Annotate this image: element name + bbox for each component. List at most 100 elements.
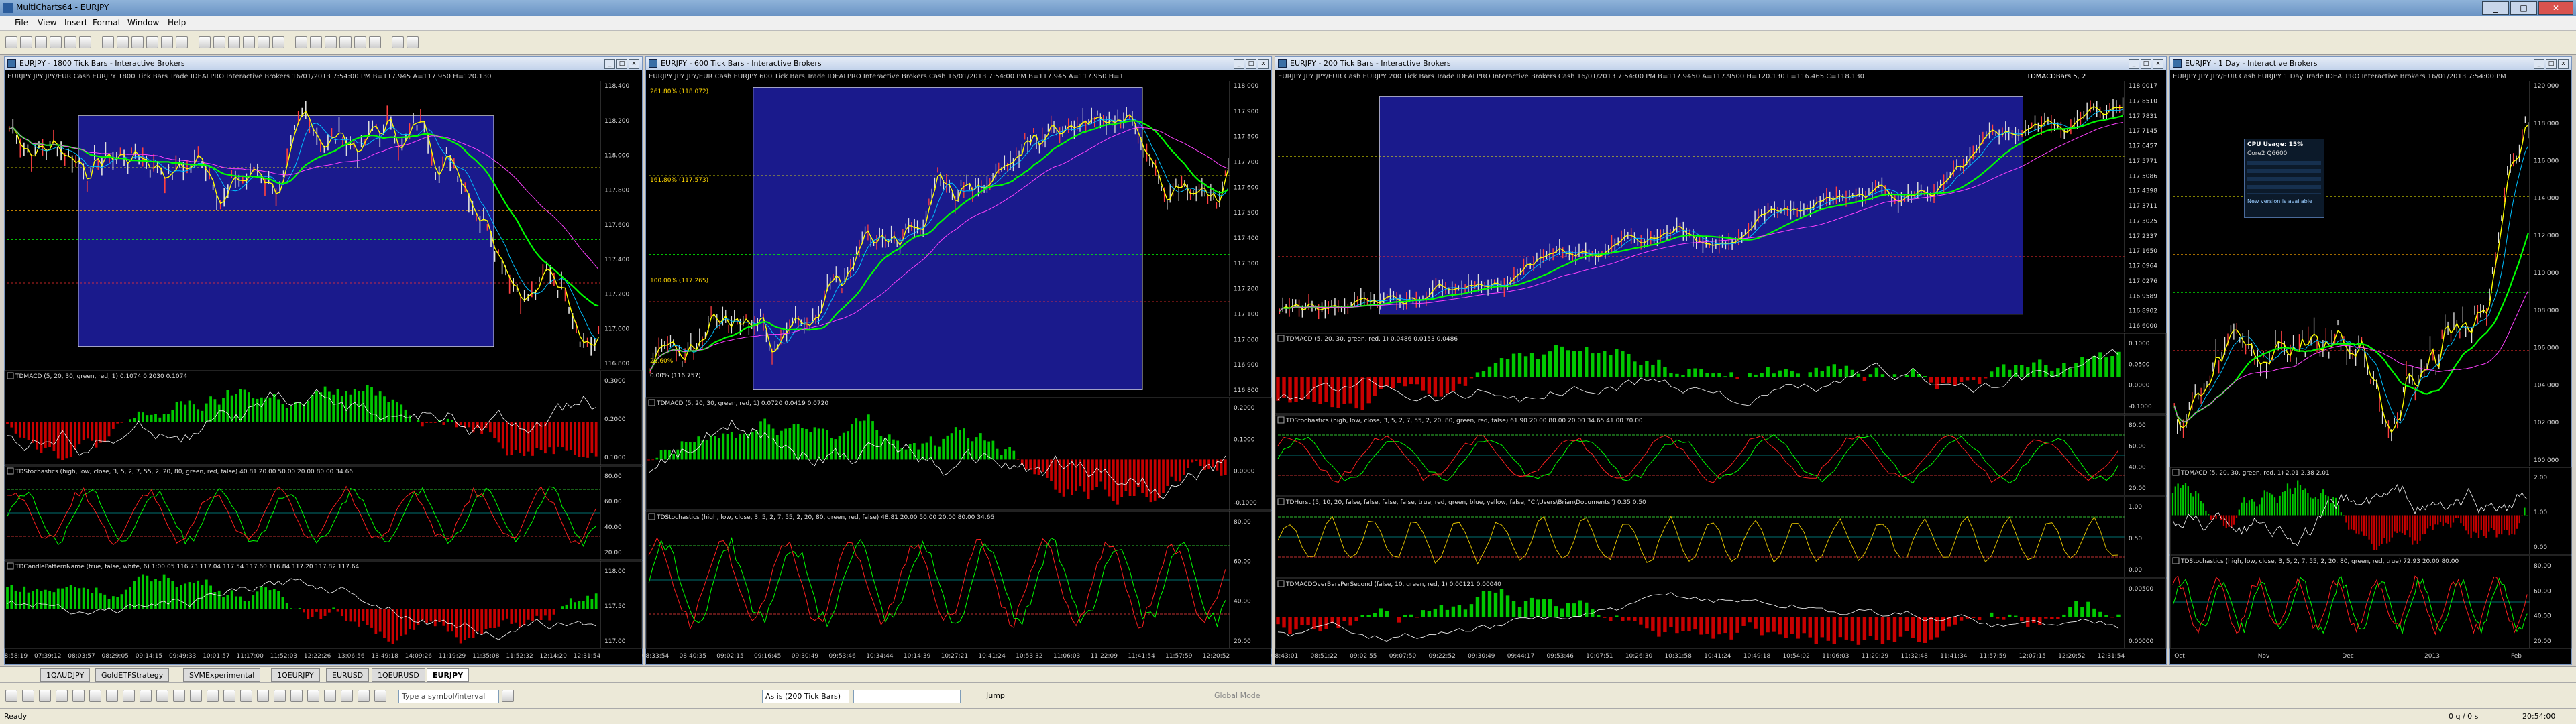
window-close-button[interactable]: x bbox=[1258, 59, 1269, 69]
ellipse-tool-icon[interactable] bbox=[123, 690, 135, 702]
menu-insert[interactable]: Insert bbox=[64, 18, 87, 27]
price-axis-label: 117.200 bbox=[1234, 286, 1258, 293]
interval-select[interactable]: As is (200 Tick Bars) bbox=[762, 690, 849, 703]
line-icon[interactable] bbox=[243, 36, 255, 48]
scroll-left-icon[interactable] bbox=[310, 36, 322, 48]
indicator-axis-label: 118.00 bbox=[604, 568, 626, 575]
chart-canvas: 120.000 118.000 116.000 114.000 112.000 110.0… bbox=[2169, 81, 2572, 660]
scroll-right-icon[interactable] bbox=[325, 36, 337, 48]
settings-icon[interactable] bbox=[407, 36, 419, 48]
vertical-line-tool-icon[interactable] bbox=[56, 690, 68, 702]
save-icon[interactable] bbox=[35, 36, 47, 48]
order-entry-icon[interactable] bbox=[392, 36, 404, 48]
chart-status-line: EURJPY JPY JPY/EUR Cash EURJPY 200 Tick … bbox=[1278, 73, 1865, 80]
date-input[interactable] bbox=[853, 690, 961, 703]
horizontal-line-tool-icon[interactable] bbox=[39, 690, 51, 702]
insert-signal-icon[interactable] bbox=[272, 36, 284, 48]
pencil-tool-icon[interactable] bbox=[223, 690, 235, 702]
menu-help[interactable]: Help bbox=[168, 18, 186, 27]
jump-button[interactable]: Jump bbox=[986, 691, 1005, 700]
bars-icon[interactable] bbox=[213, 36, 225, 48]
cut-icon[interactable] bbox=[64, 36, 76, 48]
fib-extension-tool-icon[interactable] bbox=[240, 690, 252, 702]
magnet-tool-icon[interactable] bbox=[173, 690, 185, 702]
refresh-icon[interactable] bbox=[339, 36, 352, 48]
workspace-tab-svmexperimental[interactable]: SVMExperimental bbox=[183, 668, 261, 682]
open-icon[interactable] bbox=[20, 36, 32, 48]
zoom-out-icon[interactable] bbox=[199, 36, 211, 48]
andrews-pitchfork-tool-icon[interactable] bbox=[307, 690, 319, 702]
cpu-usage-widget[interactable]: CPU Usage: 15% Core2 Q6600 New version i… bbox=[2244, 139, 2324, 218]
symbol-go-button[interactable] bbox=[502, 690, 514, 702]
menu-window[interactable]: Window bbox=[127, 18, 159, 27]
eraser-tool-icon[interactable] bbox=[156, 690, 168, 702]
cursor-icon[interactable] bbox=[146, 36, 158, 48]
paste-icon[interactable] bbox=[102, 36, 114, 48]
window-max-button[interactable]: □ bbox=[2546, 59, 2557, 69]
price-axis-label: 104.000 bbox=[2534, 382, 2559, 389]
trendline-tool-icon[interactable] bbox=[22, 690, 34, 702]
redo-icon[interactable] bbox=[131, 36, 144, 48]
cross-tool-icon[interactable] bbox=[358, 690, 370, 702]
brush-tool-icon[interactable] bbox=[207, 690, 219, 702]
window-close-button[interactable]: x bbox=[2153, 59, 2163, 69]
insert-study-icon[interactable] bbox=[258, 36, 270, 48]
chart-window-600-tick[interactable]: EURJPY - 600 Tick Bars - Interactive Bro… bbox=[642, 56, 1272, 665]
window-min-button[interactable]: _ bbox=[604, 59, 615, 69]
workspace-tab-eurjpy[interactable]: EURJPY bbox=[427, 668, 470, 682]
window-max-button[interactable]: □ bbox=[1246, 59, 1256, 69]
chart-window-1800-tick[interactable]: EURJPY - 1800 Tick Bars - Interactive Br… bbox=[1, 56, 643, 665]
zoom-in-icon[interactable] bbox=[176, 36, 188, 48]
time-axis-label: 10:54:02 bbox=[1782, 653, 1809, 660]
window-close-button[interactable]: x bbox=[2558, 59, 2569, 69]
crosshair-icon[interactable] bbox=[161, 36, 173, 48]
menu-file[interactable]: File bbox=[15, 18, 28, 27]
chart-window-200-tick[interactable]: EURJPY - 200 Tick Bars - Interactive Bro… bbox=[1271, 56, 2167, 665]
print-icon[interactable] bbox=[50, 36, 62, 48]
window-max-button[interactable]: □ bbox=[616, 59, 627, 69]
window-min-button[interactable]: _ bbox=[2129, 59, 2139, 69]
candles-icon[interactable] bbox=[228, 36, 240, 48]
price-axis-label: 117.600 bbox=[1234, 184, 1258, 191]
workspace-tab-1qaudjpy[interactable]: 1QAUDJPY bbox=[40, 668, 91, 682]
chart-window-1-day[interactable]: EURJPY - 1 Day - Interactive Brokers _ □ x … bbox=[2169, 56, 2572, 665]
price-axis-label: 117.5086 bbox=[2129, 173, 2157, 180]
rectangle-tool-icon[interactable] bbox=[106, 690, 118, 702]
time-axis-label: 08:29:05 bbox=[101, 653, 128, 660]
time-axis-label: 12:31:54 bbox=[2098, 653, 2125, 660]
hand-tool-icon[interactable] bbox=[190, 690, 202, 702]
arrow-tool-icon[interactable] bbox=[140, 690, 152, 702]
close-button[interactable]: ✕ bbox=[2538, 1, 2573, 15]
text-tool-icon[interactable] bbox=[89, 690, 101, 702]
fib-retracement-tool-icon[interactable] bbox=[72, 690, 85, 702]
minimize-button[interactable]: _ bbox=[2482, 1, 2509, 15]
gann-tool-icon[interactable] bbox=[290, 690, 303, 702]
ruler-tool-icon[interactable] bbox=[324, 690, 336, 702]
copy-icon[interactable] bbox=[79, 36, 91, 48]
indicator-axis-label: 0.2000 bbox=[604, 416, 626, 423]
symbol-input[interactable]: Type a symbol/interval bbox=[398, 690, 499, 703]
alert-icon[interactable] bbox=[354, 36, 366, 48]
arc-tool-icon[interactable] bbox=[274, 690, 286, 702]
dom-icon[interactable] bbox=[369, 36, 381, 48]
channel-tool-icon[interactable] bbox=[257, 690, 269, 702]
pointer-tool-icon[interactable] bbox=[5, 690, 17, 702]
undo-icon[interactable] bbox=[117, 36, 129, 48]
delete-tool-icon[interactable] bbox=[374, 690, 386, 702]
maximize-button[interactable]: □ bbox=[2510, 1, 2537, 15]
window-min-button[interactable]: _ bbox=[2534, 59, 2544, 69]
new-icon[interactable] bbox=[5, 36, 17, 48]
workspace-tab-1qeurjpy[interactable]: 1QEURJPY bbox=[271, 668, 320, 682]
workspace-tab-eurusd[interactable]: EURUSD bbox=[326, 668, 370, 682]
menu-format[interactable]: Format bbox=[93, 18, 121, 27]
window-max-button[interactable]: □ bbox=[2141, 59, 2151, 69]
format-icon[interactable] bbox=[295, 36, 307, 48]
global-mode-toggle[interactable]: Global Mode bbox=[1214, 691, 1260, 700]
menu-view[interactable]: View bbox=[38, 18, 56, 27]
window-close-button[interactable]: x bbox=[629, 59, 639, 69]
lock-tool-icon[interactable] bbox=[341, 690, 353, 702]
time-axis-label: 12:14:20 bbox=[540, 653, 568, 660]
window-min-button[interactable]: _ bbox=[1234, 59, 1244, 69]
workspace-tab-1qeurusd[interactable]: 1QEURUSD bbox=[372, 668, 425, 682]
workspace-tab-goldetfstrategy[interactable]: GoldETFStrategy bbox=[95, 668, 170, 682]
